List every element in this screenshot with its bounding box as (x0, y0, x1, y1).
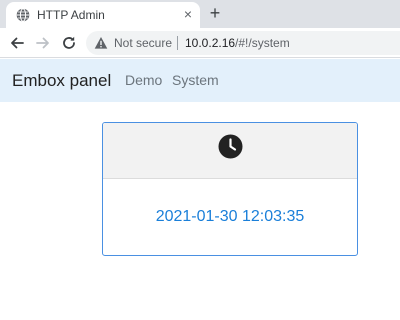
address-divider (177, 36, 178, 50)
card-body: 2021-01-30 12:03:35 (103, 180, 357, 255)
url-text[interactable]: 10.0.2.16/#!/system (185, 36, 290, 50)
new-tab-button[interactable]: + (205, 3, 225, 23)
nav-link-system[interactable]: System (172, 72, 219, 88)
tab-title: HTTP Admin (37, 8, 105, 22)
browser-toolbar: Not secure 10.0.2.16/#!/system (0, 28, 400, 58)
reload-icon[interactable] (60, 34, 78, 52)
forward-arrow-icon[interactable] (34, 34, 52, 52)
address-bar[interactable]: Not secure 10.0.2.16/#!/system (86, 31, 400, 55)
tab-close-icon[interactable]: × (180, 6, 196, 22)
browser-tabstrip: HTTP Admin × + (0, 0, 400, 28)
card-header (103, 123, 357, 179)
browser-tab[interactable]: HTTP Admin × (6, 2, 200, 28)
globe-icon (16, 8, 30, 22)
security-label[interactable]: Not secure (114, 36, 172, 50)
brand-link[interactable]: Embox panel (12, 71, 111, 91)
url-path: /#!/system (235, 36, 290, 50)
top-navbar: Embox panel Demo System (0, 59, 400, 102)
system-time-card: 2021-01-30 12:03:35 (102, 122, 358, 256)
warning-icon[interactable] (94, 36, 108, 50)
clock-icon (218, 134, 243, 159)
nav-link-demo[interactable]: Demo (125, 72, 162, 88)
back-arrow-icon[interactable] (8, 34, 26, 52)
url-host: 10.0.2.16 (185, 36, 236, 50)
system-datetime: 2021-01-30 12:03:35 (155, 208, 305, 225)
